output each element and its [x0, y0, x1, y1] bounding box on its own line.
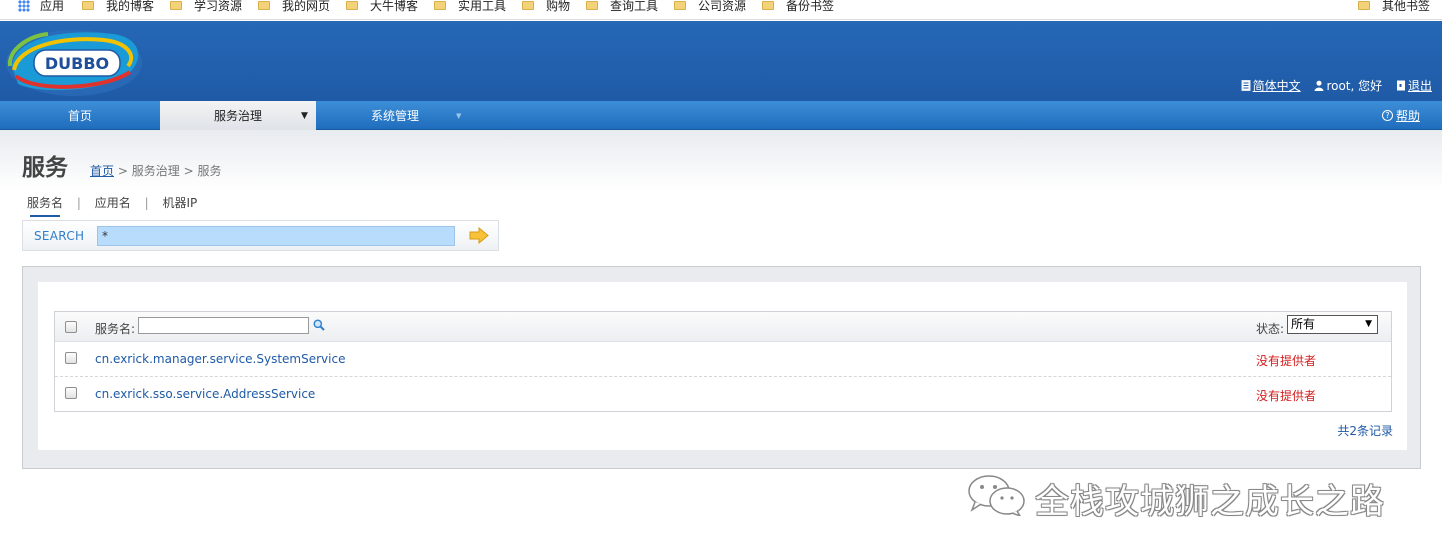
- nav-home[interactable]: 首页: [0, 101, 160, 130]
- row-checkbox[interactable]: [65, 352, 77, 364]
- breadcrumb-sep: >: [117, 164, 128, 178]
- results-inner: 服务名: 状态: 所有 ▼ cn.exrick.manager.service.…: [38, 282, 1407, 450]
- search-tabs: 服务名 | 应用名 | 机器IP: [27, 194, 197, 217]
- user-icon: [1314, 80, 1324, 91]
- status-label: 状态:: [1256, 322, 1285, 336]
- nav-system-management[interactable]: 系统管理 ▼: [316, 101, 474, 130]
- user-greeting: root, 您好: [1314, 77, 1382, 95]
- chevron-down-icon: ▼: [1365, 319, 1372, 329]
- row-checkbox[interactable]: [65, 387, 77, 399]
- tab-machine-ip[interactable]: 机器IP: [162, 194, 197, 211]
- services-table: 服务名: 状态: 所有 ▼ cn.exrick.manager.service.…: [54, 311, 1392, 412]
- service-link[interactable]: cn.exrick.sso.service.AddressService: [95, 387, 315, 401]
- search-label: SEARCH: [34, 229, 85, 243]
- folder-icon: [586, 1, 598, 10]
- bookmark-item[interactable]: 实用工具: [434, 0, 506, 16]
- breadcrumb-level1: 服务治理: [131, 164, 180, 178]
- search-go-arrow-icon[interactable]: [469, 227, 489, 244]
- apps-icon: [18, 0, 30, 12]
- folder-icon: [258, 1, 270, 10]
- help-link[interactable]: ? 帮助: [1381, 101, 1420, 130]
- status-select[interactable]: 所有 ▼: [1287, 315, 1378, 334]
- app-header: DUBBO 简体中文 root, 您好 退出: [0, 21, 1442, 101]
- provider-status: 没有提供者: [1256, 354, 1317, 368]
- folder-icon: [170, 1, 182, 10]
- bookmark-item[interactable]: 我的网页: [258, 0, 330, 16]
- dubbo-logo[interactable]: DUBBO: [4, 26, 146, 98]
- bookmark-item[interactable]: 查询工具: [586, 0, 658, 16]
- language-link[interactable]: 简体中文: [1241, 77, 1301, 95]
- folder-icon: [762, 1, 774, 10]
- tab-separator: |: [76, 196, 81, 210]
- main-nav: 首页 服务治理 ▼ 系统管理 ▼ ? 帮助: [0, 101, 1442, 130]
- bookmark-item[interactable]: 我的博客: [82, 0, 154, 16]
- nav-service-governance[interactable]: 服务治理 ▼: [160, 101, 316, 130]
- user-area: 简体中文 root, 您好 退出: [1231, 77, 1432, 95]
- filter-label: 服务名:: [95, 322, 136, 336]
- service-filter-input[interactable]: [138, 317, 309, 334]
- logout-link[interactable]: 退出: [1396, 77, 1432, 95]
- page-header-bg: [0, 130, 1442, 190]
- tab-app-name[interactable]: 应用名: [95, 194, 131, 211]
- chevron-down-icon: ▼: [456, 112, 462, 120]
- table-header: 服务名: 状态: 所有 ▼: [55, 312, 1391, 342]
- select-all-checkbox[interactable]: [65, 321, 77, 333]
- chevron-down-icon: ▼: [301, 111, 308, 121]
- help-icon: ?: [1381, 110, 1393, 121]
- bookmark-apps[interactable]: 应用: [18, 0, 64, 16]
- table-row: cn.exrick.sso.service.AddressService 没有提…: [55, 377, 1391, 412]
- search-bar: SEARCH: [22, 220, 499, 251]
- folder-icon: [674, 1, 686, 10]
- tab-separator: |: [144, 196, 149, 210]
- logout-icon: [1396, 80, 1405, 91]
- tab-service-name[interactable]: 服务名: [27, 194, 63, 217]
- breadcrumb-level2: 服务: [197, 164, 222, 178]
- breadcrumb-home[interactable]: 首页: [90, 164, 114, 178]
- table-row: cn.exrick.manager.service.SystemService …: [55, 342, 1391, 377]
- folder-icon: [434, 1, 446, 10]
- record-count: 共2条记录: [1337, 424, 1393, 438]
- folder-icon: [82, 1, 94, 10]
- breadcrumb: 首页 > 服务治理 > 服务: [90, 162, 221, 179]
- results-panel: 服务名: 状态: 所有 ▼ cn.exrick.manager.service.…: [22, 266, 1421, 469]
- bookmark-item[interactable]: 备份书签: [762, 0, 834, 16]
- breadcrumb-sep: >: [183, 164, 194, 178]
- bookmark-item[interactable]: 公司资源: [674, 0, 746, 16]
- page-title: 服务: [22, 155, 68, 181]
- logo-text: DUBBO: [45, 54, 109, 73]
- folder-icon: [346, 1, 358, 10]
- search-input[interactable]: [97, 226, 455, 246]
- bookmark-item[interactable]: 学习资源: [170, 0, 242, 16]
- folder-icon: [1358, 1, 1370, 10]
- wechat-icon: [968, 475, 1025, 516]
- bookmark-other[interactable]: 其他书签: [1358, 0, 1430, 16]
- search-icon[interactable]: [313, 319, 325, 331]
- bookmarks-bar: 应用 我的博客 学习资源 我的网页 大牛博客 实用工具 购物 查询工具 公司资源…: [0, 0, 1442, 20]
- bookmark-item[interactable]: 大牛博客: [346, 0, 418, 16]
- document-icon: [1241, 80, 1251, 91]
- bookmark-item[interactable]: 购物: [522, 0, 570, 16]
- provider-status: 没有提供者: [1256, 389, 1317, 403]
- watermark-text: 全栈攻城狮之成长之路: [1035, 482, 1385, 522]
- service-link[interactable]: cn.exrick.manager.service.SystemService: [95, 352, 345, 366]
- folder-icon: [522, 1, 534, 10]
